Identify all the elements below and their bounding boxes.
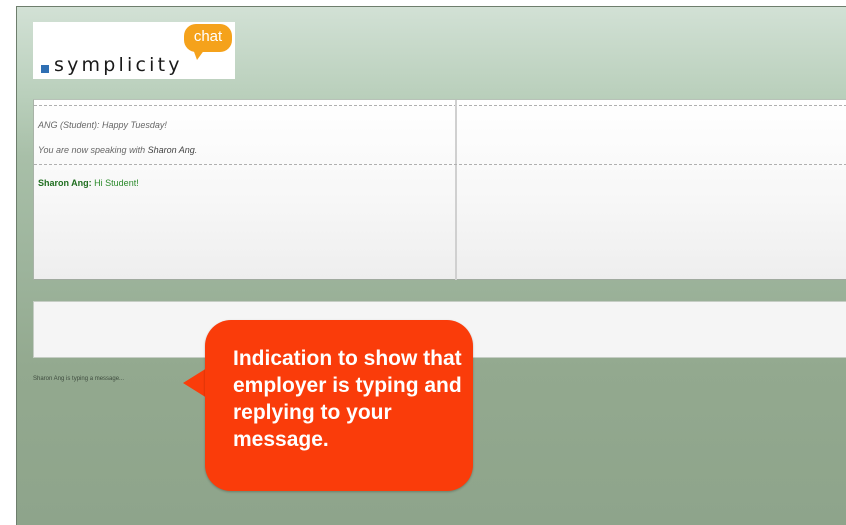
chat-bubble-logo-icon: chat: [184, 24, 232, 52]
message-sender: Sharon Ang:: [38, 178, 92, 188]
chat-transcript-panel[interactable]: ANG (Student): Happy Tuesday! You are no…: [33, 99, 846, 280]
callout-pointer: [183, 368, 207, 398]
annotation-callout: Indication to show that employer is typi…: [205, 320, 473, 491]
transcript-divider: [34, 164, 846, 165]
system-message-suffix: .: [194, 145, 198, 155]
panel-column-divider: [455, 100, 457, 280]
chat-message-employer: Sharon Ang: Hi Student!: [38, 178, 139, 188]
transcript-divider: [34, 105, 846, 106]
message-text: Hi Student!: [91, 178, 139, 188]
logo-bubble-text: chat: [193, 28, 223, 45]
logo-square-icon: [41, 65, 49, 73]
system-message-name: Sharon Ang: [147, 145, 195, 155]
system-message-prefix: You are now speaking with: [38, 145, 148, 155]
chat-message: ANG (Student): Happy Tuesday!: [38, 120, 167, 130]
callout-text: Indication to show that employer is typi…: [233, 347, 462, 451]
chat-window: chat symplicity ANG (Student): Happy Tue…: [16, 6, 846, 525]
symplicity-chat-logo: chat symplicity: [33, 22, 235, 79]
typing-indicator: Sharon Ang is typing a message...: [33, 376, 125, 382]
logo-wordmark: symplicity: [54, 54, 183, 76]
chat-system-message: You are now speaking with Sharon Ang.: [38, 145, 197, 155]
chat-bubble-tail-icon: [193, 49, 205, 60]
